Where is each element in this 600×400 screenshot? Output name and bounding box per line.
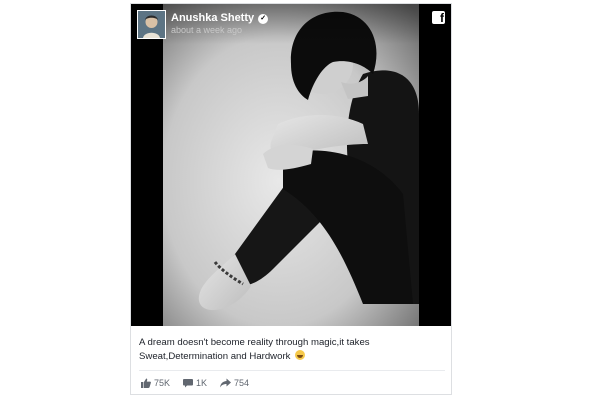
caption-text: A dream doesn't become reality through m… (139, 337, 370, 362)
post-caption: A dream doesn't become reality through m… (139, 336, 445, 364)
comment-icon (183, 379, 194, 388)
smiling-emoji-icon (295, 350, 306, 360)
social-post-card: Anushka Shetty ✓ about a week ago f A dre… (130, 3, 452, 395)
verified-badge-icon: ✓ (258, 14, 269, 24)
post-timestamp[interactable]: about a week ago (171, 25, 242, 35)
author-name-text[interactable]: Anushka Shetty (171, 12, 254, 24)
shares-count: 754 (234, 378, 250, 388)
stats-divider (139, 370, 445, 371)
share-arrow-icon (220, 378, 232, 388)
thumbs-up-icon (141, 378, 151, 388)
comments-count: 1K (196, 378, 208, 388)
avatar-image (138, 11, 165, 38)
woman-sitting-photo (163, 4, 419, 326)
author-avatar[interactable] (137, 10, 166, 39)
comments-stat[interactable]: 1K (183, 378, 207, 388)
facebook-icon[interactable]: f (432, 11, 445, 24)
shares-stat[interactable]: 754 (220, 378, 249, 388)
likes-count: 75K (154, 378, 171, 388)
likes-stat[interactable]: 75K (141, 378, 170, 388)
post-media[interactable]: Anushka Shetty ✓ about a week ago f (131, 4, 451, 326)
post-photo[interactable] (163, 4, 419, 326)
author-name[interactable]: Anushka Shetty ✓ (171, 12, 269, 24)
engagement-stats: 75K 1K 754 (141, 376, 262, 390)
post-header (131, 4, 451, 44)
